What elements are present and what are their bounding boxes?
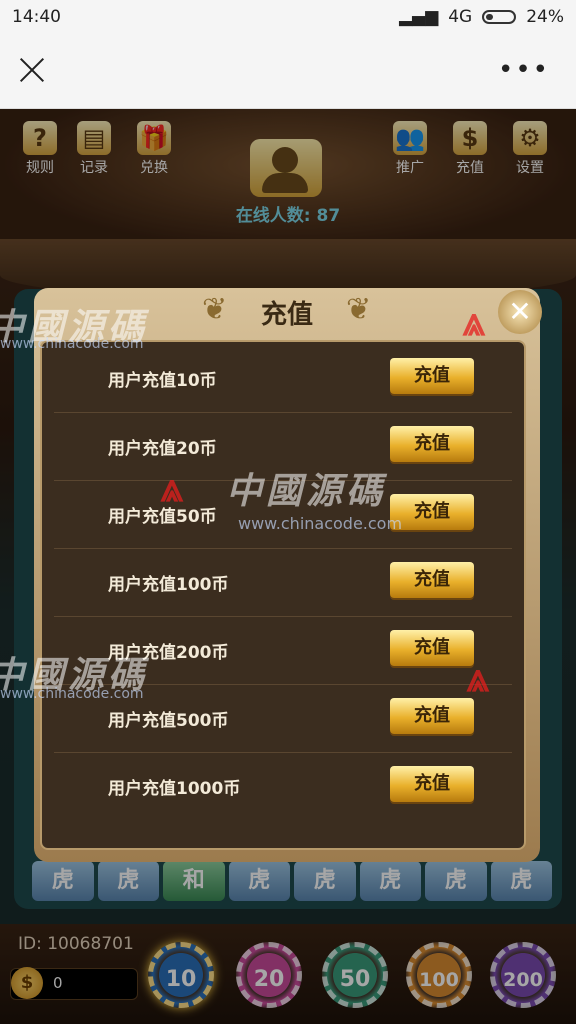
recharge-option-label: 用户充值10币: [108, 371, 217, 391]
signal-icon: ▂▄▆: [398, 7, 439, 27]
watermark-seal-icon: ⩓: [466, 655, 490, 701]
recharge-1000-button[interactable]: 充值: [390, 766, 474, 802]
watermark-seal-icon: ⩓: [462, 299, 486, 345]
recharge-10-button[interactable]: 充值: [390, 358, 474, 394]
recharge-option-label: 用户充值500币: [108, 711, 229, 731]
recharge-list: 用户充值10币 充值 用户充值20币 充值 用户充值50币 充值 用户充值100…: [40, 340, 526, 850]
recharge-option-label: 用户充值20币: [108, 439, 217, 459]
status-time: 14:40: [12, 7, 61, 27]
watermark-text: 中國源碼: [226, 470, 387, 512]
watermark-url: www.chinacode.com: [0, 686, 144, 702]
recharge-50-button[interactable]: 充值: [390, 494, 474, 530]
recharge-row: 用户充值100币 充值: [54, 548, 512, 617]
more-icon[interactable]: •••: [498, 57, 550, 83]
recharge-row: 用户充值1000币 充值: [54, 752, 512, 820]
recharge-row: 用户充值10币 充值: [54, 344, 512, 413]
battery-icon: [482, 10, 517, 24]
webview-navbar: •••: [0, 36, 576, 109]
dialog-close-button[interactable]: ✕: [498, 290, 542, 334]
watermark-url: www.chinacode.com: [0, 336, 144, 352]
watermark-url: www.chinacode.com: [238, 514, 403, 533]
network-type: 4G: [448, 7, 473, 27]
watermark-seal-icon: ⩓: [160, 465, 184, 511]
recharge-dialog: ❦ 充值 ❦ 用户充值10币 充值 用户充值20币 充值 用户充值50币 充值 …: [34, 288, 540, 862]
battery-level: 24%: [526, 7, 564, 27]
recharge-option-label: 用户充值100币: [108, 575, 229, 595]
laurel-icon: ❦: [346, 292, 372, 327]
status-bar: 14:40 ▂▄▆ 4G 24%: [0, 0, 576, 36]
recharge-100-button[interactable]: 充值: [390, 562, 474, 598]
close-icon[interactable]: [18, 56, 46, 84]
recharge-500-button[interactable]: 充值: [390, 698, 474, 734]
recharge-option-label: 用户充值1000币: [108, 779, 241, 799]
recharge-20-button[interactable]: 充值: [390, 426, 474, 462]
